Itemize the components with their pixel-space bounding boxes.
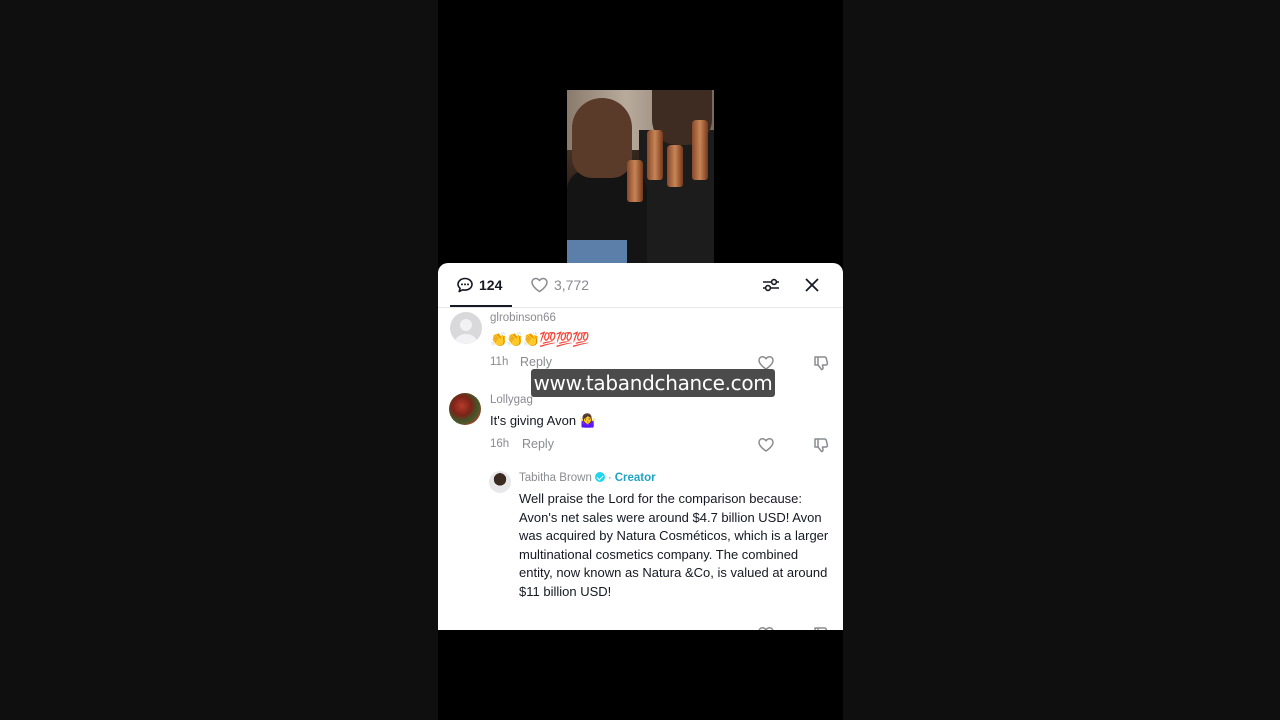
avatar[interactable] — [450, 312, 482, 344]
tab-comments[interactable]: 124 — [456, 274, 502, 296]
comment-time: 11h — [490, 356, 509, 368]
reply-username-row: Tabitha Brown · Creator — [519, 472, 656, 484]
comment-username[interactable]: glrobinson66 — [490, 312, 556, 324]
comments-sheet: 124 3,772 glrobinson66 👏👏👏💯💯💯 11h Reply … — [438, 263, 843, 630]
video-thumbnail[interactable] — [567, 90, 714, 263]
heart-icon[interactable] — [757, 625, 775, 630]
comment-text: It's giving Avon 🤷‍♀️ — [490, 413, 596, 428]
tab-likes[interactable]: 3,772 — [530, 274, 589, 296]
comments-count: 124 — [479, 277, 503, 293]
avatar[interactable] — [489, 471, 511, 493]
phone-screen: 124 3,772 glrobinson66 👏👏👏💯💯💯 11h Reply … — [438, 0, 843, 720]
avatar[interactable] — [449, 393, 481, 425]
close-icon[interactable] — [802, 275, 822, 295]
comment-bubble-icon — [457, 277, 473, 293]
reply-username[interactable]: Tabitha Brown — [519, 472, 592, 484]
active-tab-indicator — [450, 305, 512, 307]
creator-badge: Creator — [614, 472, 656, 484]
heart-icon — [531, 277, 548, 293]
thumbs-down-icon[interactable] — [812, 354, 830, 372]
watermark-overlay: www.tabandchance.com — [531, 369, 775, 397]
comment-text: 👏👏👏💯💯💯 — [490, 331, 590, 347]
filter-sliders-icon[interactable] — [761, 275, 781, 295]
heart-icon[interactable] — [757, 436, 775, 454]
comments-header: 124 3,772 — [438, 263, 843, 308]
thumbs-down-icon[interactable] — [812, 436, 830, 454]
comment-time: 16h — [490, 438, 510, 450]
likes-count: 3,772 — [554, 277, 590, 293]
reply-button[interactable]: Reply — [522, 437, 554, 451]
thumbs-down-icon[interactable] — [812, 625, 830, 630]
comment-username[interactable]: Lollygag — [490, 394, 533, 406]
reply-button[interactable]: Reply — [520, 355, 552, 369]
separator: · — [607, 472, 612, 484]
verified-badge-icon — [594, 472, 605, 482]
reply-text: Well praise the Lord for the comparison … — [519, 491, 829, 599]
